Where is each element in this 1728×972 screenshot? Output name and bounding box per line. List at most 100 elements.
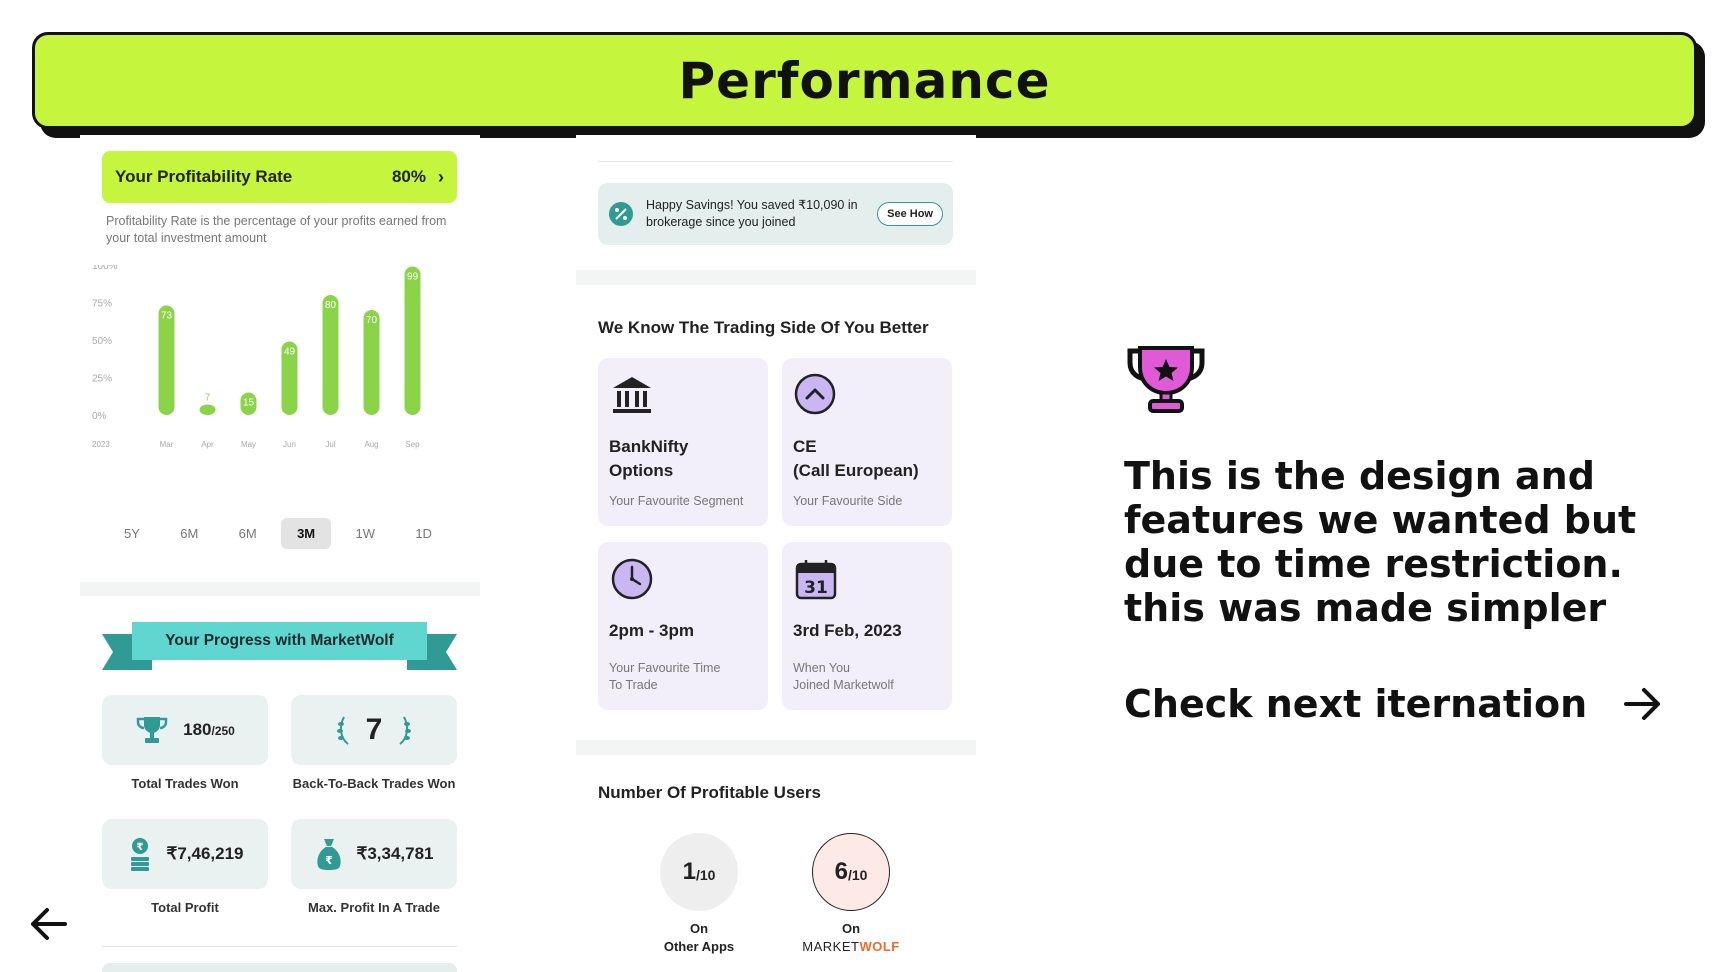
y-tick-label: 100%	[92, 265, 118, 272]
divider	[598, 161, 953, 162]
max-profit-value: ₹3,34,781	[356, 844, 434, 863]
see-how-button[interactable]: See How	[877, 202, 943, 226]
favourite-segment-value: BankNifty Options	[609, 437, 689, 480]
profitability-chart: 100% 75% 50% 25% 0% 2023 73 Mar 7 Apr 15 May 49 Jun 80…	[92, 265, 421, 449]
savings-card: Happy Savings! You saved ₹10,090 in brok…	[576, 135, 976, 270]
x-year-label: 2023	[92, 440, 110, 449]
favourite-time-label: Your Favourite Time To Trade	[609, 661, 721, 692]
trading-side-title: We Know The Trading Side Of You Better	[598, 318, 929, 337]
other-apps-label: On Other Apps	[644, 920, 754, 956]
laurel-left-icon	[336, 716, 349, 745]
next-iteration-label: Check next iternation	[1124, 682, 1588, 726]
x-tick-label: May	[241, 440, 256, 449]
brand-wolf: WOLF	[859, 939, 900, 954]
header-banner: Performance	[32, 32, 1697, 129]
x-tick-label: Jun	[283, 440, 296, 449]
coin-stack-icon: ₹	[130, 838, 149, 871]
page-title: Performance	[678, 51, 1051, 110]
profitable-users-card: Number Of Profitable Users 1/10 On Other…	[576, 755, 976, 972]
other-apps-label-line1: On	[689, 921, 709, 936]
profitability-rate-bar[interactable]: Your Profitability Rate 80% ›	[102, 151, 457, 203]
bar-value-label: 73	[161, 311, 173, 322]
streak-stat: 7	[291, 695, 457, 765]
other-apps-count: 1	[682, 858, 696, 885]
trophy-icon	[136, 717, 168, 743]
profitability-percentage: 80%	[391, 167, 426, 186]
range-tab[interactable]: 3M	[281, 517, 332, 549]
other-apps-ratio: 1/10	[660, 833, 738, 911]
favourite-side-label: Your Favourite Side	[793, 494, 903, 508]
favourite-segment-tile: BankNifty Options Your Favourite Segment	[598, 358, 768, 526]
joined-date-tile: 31 3rd Feb, 2023 When You Joined Marketw…	[782, 542, 952, 710]
savings-text: Happy Savings! You saved ₹10,090 in brok…	[646, 198, 858, 229]
total-profit-value: ₹7,46,219	[166, 844, 244, 863]
phone-screen-insights: Happy Savings! You saved ₹10,090 in brok…	[576, 135, 976, 972]
chevron-right-icon: ›	[438, 166, 444, 187]
chart-bar	[158, 305, 175, 415]
favourite-time-value: 2pm - 3pm	[609, 621, 695, 640]
profitability-title: Your Profitability Rate	[115, 167, 293, 186]
joined-date-label: When You Joined Marketwolf	[793, 661, 894, 692]
bar-value-label: 70	[366, 315, 378, 326]
total-profit-stat: ₹ ₹7,46,219	[102, 819, 268, 889]
bar-value-label: 80	[325, 300, 337, 311]
phone-screen-performance: Your Profitability Rate 80% › Profitabil…	[80, 135, 480, 972]
bar-value-label: 99	[407, 272, 419, 283]
other-apps-total: /10	[695, 867, 716, 883]
total-profit-label: Total Profit	[151, 900, 219, 915]
y-tick-label: 0%	[92, 411, 107, 422]
laurel-right-icon	[399, 716, 412, 745]
next-card-peek	[102, 963, 457, 972]
range-tab[interactable]: 1D	[399, 518, 448, 549]
savings-banner: Happy Savings! You saved ₹10,090 in brok…	[598, 183, 953, 245]
trophy-icon	[1127, 346, 1205, 413]
range-tab[interactable]: 5Y	[108, 518, 156, 549]
bar-value-label: 49	[284, 347, 296, 358]
y-tick-label: 25%	[92, 374, 112, 385]
trading-side-card: We Know The Trading Side Of You Better B…	[576, 285, 976, 740]
chart-bar	[322, 295, 339, 415]
x-tick-label: Aug	[364, 440, 378, 449]
range-tab[interactable]: 6M	[223, 518, 273, 549]
range-tab[interactable]: 6M	[164, 518, 214, 549]
arrow-left-icon[interactable]	[26, 906, 68, 942]
profitability-card: Your Profitability Rate 80% › Profitabil…	[80, 135, 480, 582]
favourite-time-tile: 2pm - 3pm Your Favourite Time To Trade	[598, 542, 768, 710]
next-iteration-link[interactable]: Check next iternation	[1124, 682, 1663, 726]
trades-total-count: /250	[211, 724, 235, 738]
progress-ribbon: Your Progress with MarketWolf	[102, 622, 457, 670]
profitable-users-title: Number Of Profitable Users	[598, 783, 821, 802]
chart-bar	[199, 404, 216, 415]
chart-bar	[404, 266, 421, 415]
time-range-tabs: 5Y 6M 6M 3M 1W 1D	[108, 515, 448, 551]
max-profit-stat: ₹ ₹3,34,781	[291, 819, 457, 889]
marketwolf-label: On MARKETWOLF	[796, 920, 906, 956]
favourite-side-value: CE (Call European)	[793, 437, 919, 480]
marketwolf-total: /10	[847, 867, 868, 883]
progress-title: Your Progress with MarketWolf	[132, 622, 427, 660]
arrow-up-circle-icon	[794, 373, 836, 415]
joined-date-value: 3rd Feb, 2023	[793, 621, 902, 640]
y-tick-label: 50%	[92, 336, 112, 347]
trades-won-label: Total Trades Won	[131, 776, 239, 791]
other-apps-label-line2: Other Apps	[663, 939, 735, 954]
marketwolf-ratio: 6/10	[812, 833, 890, 911]
svg-text:₹: ₹	[325, 854, 333, 867]
favourite-segment-label: Your Favourite Segment	[609, 494, 744, 508]
y-tick-label: 75%	[92, 299, 112, 310]
x-tick-label: Mar	[160, 440, 174, 449]
bank-icon	[613, 377, 651, 413]
range-tab[interactable]: 1W	[339, 518, 391, 549]
svg-text:₹: ₹	[136, 842, 143, 853]
trades-won-stat: 180/250	[102, 695, 268, 765]
marketwolf-logo-text: MARKETWOLF	[796, 938, 906, 956]
calendar-icon: 31	[795, 560, 837, 600]
discount-badge-icon	[609, 202, 633, 226]
brand-market: MARKET	[802, 939, 860, 954]
arrow-right-icon	[1624, 688, 1661, 720]
profitability-description: Profitability Rate is the percentage of …	[106, 214, 447, 245]
bar-value-label: 7	[205, 393, 211, 404]
design-note: This is the design and features we wante…	[1124, 454, 1637, 630]
clock-icon	[611, 558, 653, 600]
money-bag-icon: ₹	[316, 839, 341, 870]
